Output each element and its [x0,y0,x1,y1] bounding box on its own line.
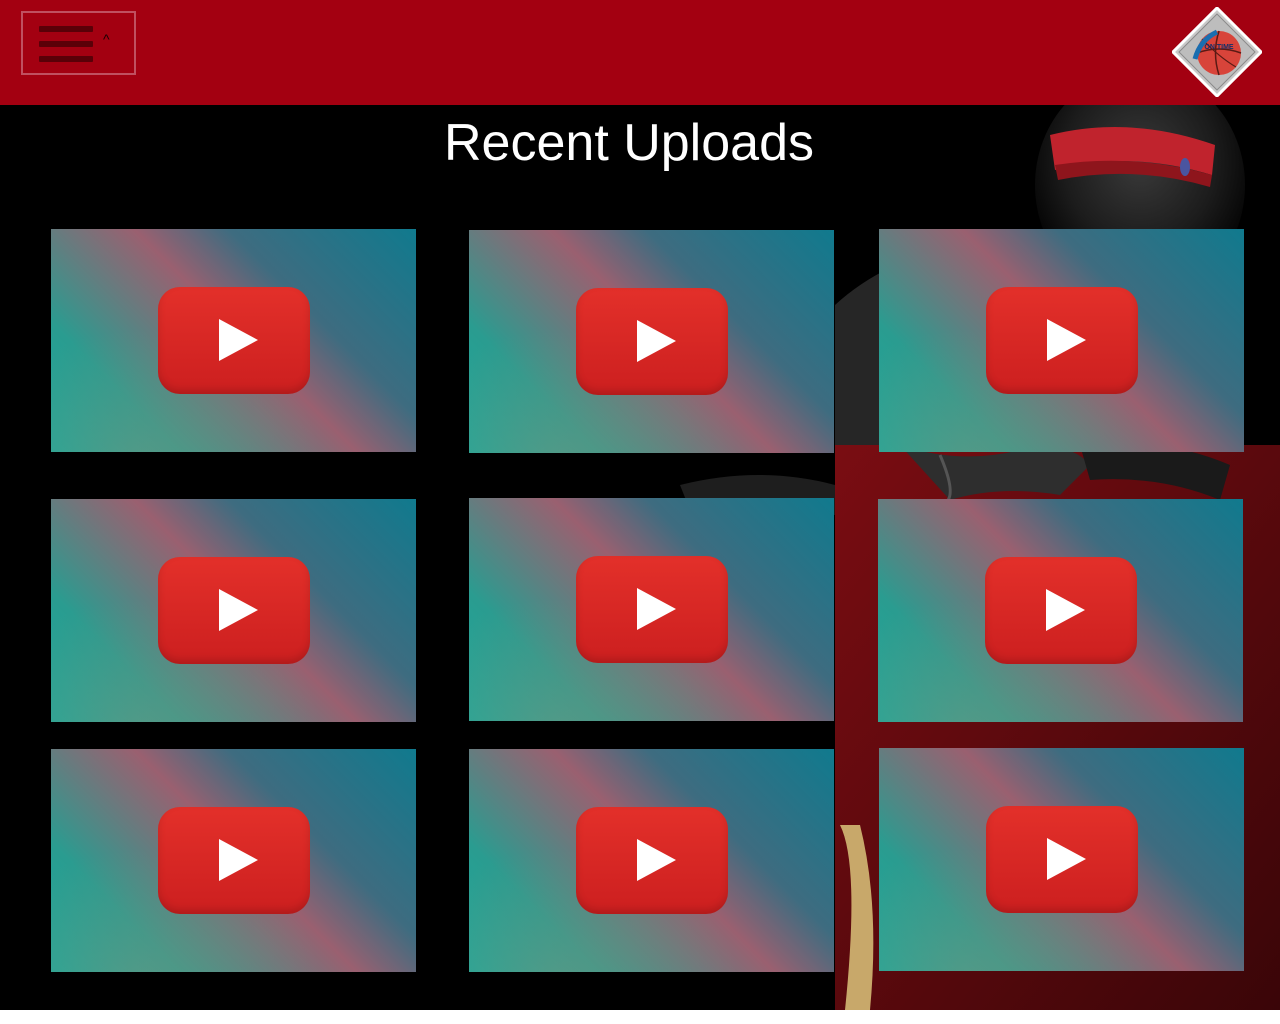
caret-up-icon: ^ [103,31,110,47]
play-triangle-icon [219,839,258,881]
youtube-play-icon[interactable] [158,807,310,914]
video-card[interactable] [51,499,416,722]
video-card[interactable] [469,498,834,721]
youtube-play-icon[interactable] [576,807,728,914]
play-triangle-icon [637,839,676,881]
play-triangle-icon [1046,589,1085,631]
video-card[interactable] [469,230,834,453]
play-triangle-icon [219,589,258,631]
site-header: ^ ON TIME [0,0,1280,105]
menu-toggle-button[interactable]: ^ [21,11,136,75]
video-card[interactable] [878,499,1243,722]
hamburger-icon-bar-middle [39,41,93,47]
youtube-play-icon[interactable] [158,557,310,664]
video-card[interactable] [51,749,416,972]
basketball-logo-icon[interactable]: ON TIME [1172,7,1262,97]
play-triangle-icon [1047,319,1086,361]
logo-text: ON TIME [1204,44,1233,51]
video-card[interactable] [879,748,1244,971]
youtube-play-icon[interactable] [576,556,728,663]
video-card[interactable] [469,749,834,972]
play-triangle-icon [637,320,676,362]
page-bottom-divider [0,1010,1280,1024]
youtube-play-icon[interactable] [986,287,1138,394]
video-card[interactable] [879,229,1244,452]
hamburger-icon-bar-top [39,26,93,32]
play-triangle-icon [637,588,676,630]
page-title: Recent Uploads [444,114,814,172]
hamburger-icon-bar-bottom [39,56,93,62]
youtube-play-icon[interactable] [986,806,1138,913]
youtube-play-icon[interactable] [158,287,310,394]
youtube-play-icon[interactable] [985,557,1137,664]
youtube-play-icon[interactable] [576,288,728,395]
play-triangle-icon [219,319,258,361]
play-triangle-icon [1047,838,1086,880]
video-card[interactable] [51,229,416,452]
